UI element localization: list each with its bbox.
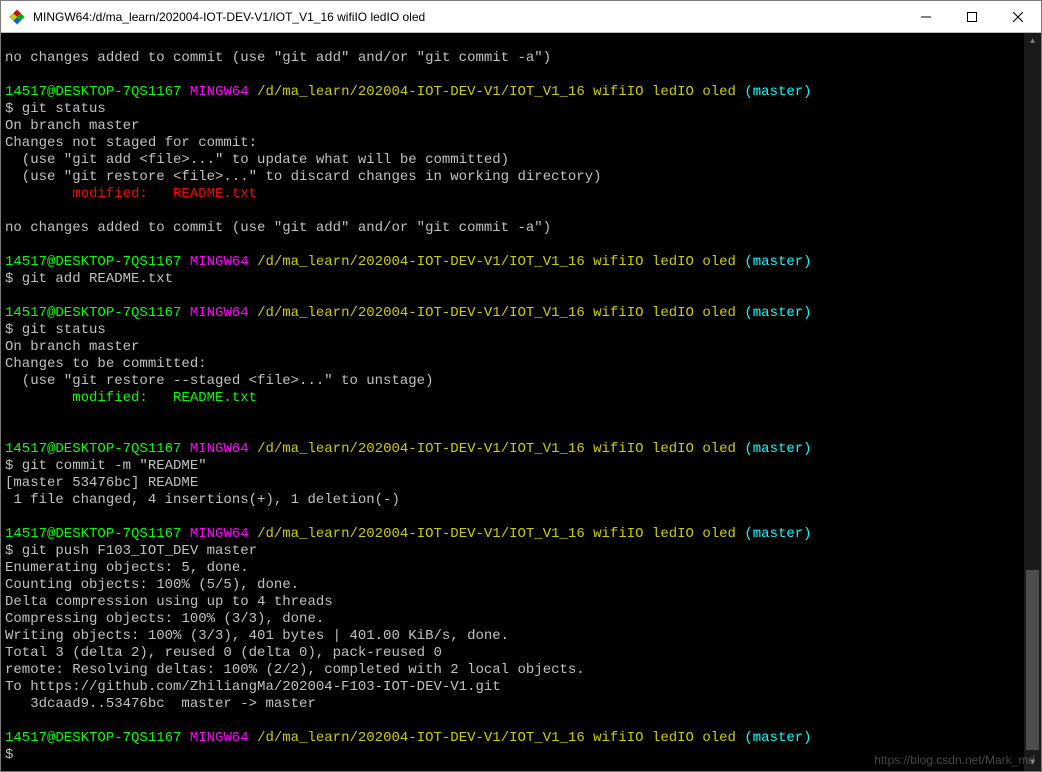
terminal-window: MINGW64:/d/ma_learn/202004-IOT-DEV-V1/IO… [0,0,1042,772]
output-line: Compressing objects: 100% (3/3), done. [5,611,1024,628]
terminal-output[interactable]: no changes added to commit (use "git add… [1,33,1024,771]
output-line: [master 53476bc] README [5,475,1024,492]
command-line: $ git status [5,101,1024,118]
close-icon [1013,12,1023,22]
command-line: $ git status [5,322,1024,339]
output-line: Total 3 (delta 2), reused 0 (delta 0), p… [5,645,1024,662]
prompt-line: 14517@DESKTOP-7QS1167 MINGW64 /d/ma_lear… [5,526,1024,543]
command-line[interactable]: $ [5,747,1024,764]
maximize-icon [967,12,977,22]
prompt-line: 14517@DESKTOP-7QS1167 MINGW64 /d/ma_lear… [5,730,1024,747]
scrollbar-thumb[interactable] [1026,570,1039,750]
output-line: To https://github.com/ZhiliangMa/202004-… [5,679,1024,696]
maximize-button[interactable] [949,1,995,32]
window-title: MINGW64:/d/ma_learn/202004-IOT-DEV-V1/IO… [33,10,903,24]
output-line: remote: Resolving deltas: 100% (2/2), co… [5,662,1024,679]
output-line: Enumerating objects: 5, done. [5,560,1024,577]
command-line: $ git add README.txt [5,271,1024,288]
output-line: 3dcaad9..53476bc master -> master [5,696,1024,713]
minimize-icon [921,12,931,22]
scroll-up-button[interactable]: ▲ [1024,33,1041,50]
output-line: On branch master [5,339,1024,356]
output-line: Changes not staged for commit: [5,135,1024,152]
output-line: Counting objects: 100% (5/5), done. [5,577,1024,594]
watermark: https://blog.csdn.net/Mark_md [874,753,1035,767]
output-line: no changes added to commit (use "git add… [5,220,1024,237]
window-controls [903,1,1041,32]
chevron-up-icon: ▲ [1030,37,1035,46]
prompt-line: 14517@DESKTOP-7QS1167 MINGW64 /d/ma_lear… [5,84,1024,101]
output-line: Writing objects: 100% (3/3), 401 bytes |… [5,628,1024,645]
client-area: no changes added to commit (use "git add… [1,33,1041,771]
output-line: (use "git restore <file>..." to discard … [5,169,1024,186]
prompt-line: 14517@DESKTOP-7QS1167 MINGW64 /d/ma_lear… [5,305,1024,322]
output-line: On branch master [5,118,1024,135]
output-line: 1 file changed, 4 insertions(+), 1 delet… [5,492,1024,509]
scrollbar-track[interactable] [1024,50,1041,754]
output-line: Delta compression using up to 4 threads [5,594,1024,611]
modified-staged: modified: README.txt [5,390,1024,407]
output-line: Changes to be committed: [5,356,1024,373]
output-line: no changes added to commit (use "git add… [5,50,1024,67]
minimize-button[interactable] [903,1,949,32]
command-line: $ git commit -m "README" [5,458,1024,475]
prompt-line: 14517@DESKTOP-7QS1167 MINGW64 /d/ma_lear… [5,254,1024,271]
output-line: (use "git add <file>..." to update what … [5,152,1024,169]
output-line: (use "git restore --staged <file>..." to… [5,373,1024,390]
modified-unstaged: modified: README.txt [5,186,1024,203]
command-line: $ git push F103_IOT_DEV master [5,543,1024,560]
app-icon [9,9,25,25]
vertical-scrollbar[interactable]: ▲ ▼ [1024,33,1041,771]
close-button[interactable] [995,1,1041,32]
titlebar[interactable]: MINGW64:/d/ma_learn/202004-IOT-DEV-V1/IO… [1,1,1041,33]
prompt-line: 14517@DESKTOP-7QS1167 MINGW64 /d/ma_lear… [5,441,1024,458]
